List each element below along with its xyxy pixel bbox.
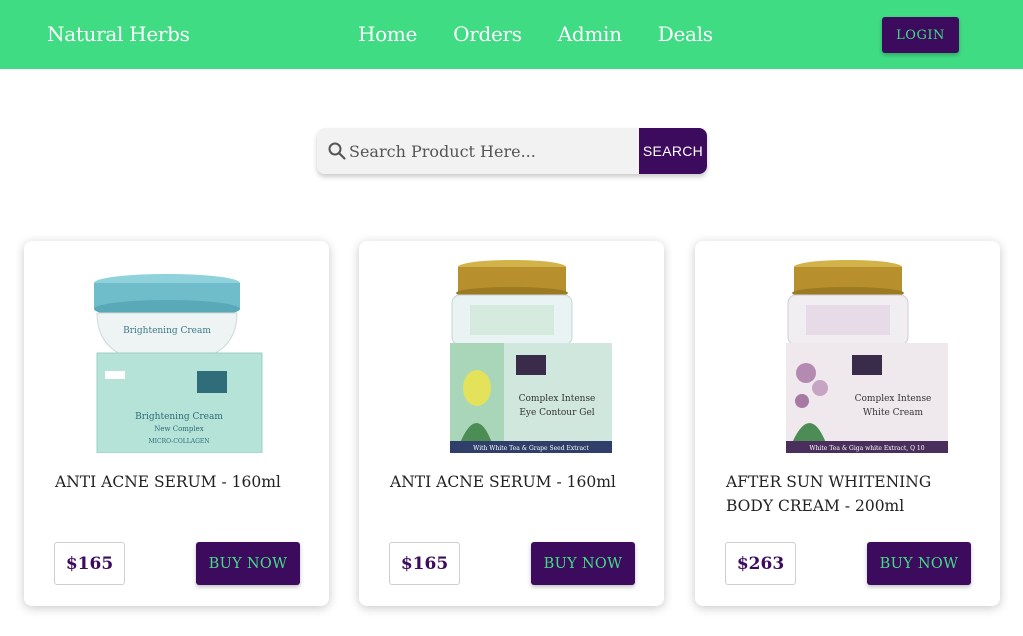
eye-contour-gel-jar-icon: Complex Intense Eye Contour Gel With Whi… xyxy=(449,260,612,453)
box-sublabel-text: New Complex xyxy=(154,425,204,433)
search-button[interactable]: SEARCH xyxy=(639,128,707,174)
nav-home-link[interactable]: Home xyxy=(358,22,417,46)
search-bar: SEARCH xyxy=(317,128,707,174)
product-card: Complex Intense Eye Contour Gel With Whi… xyxy=(359,241,664,606)
product-image[interactable]: Complex Intense White Cream White Tea & … xyxy=(707,253,988,453)
navbar: Natural Herbs Home Orders Admin Deals LO… xyxy=(0,0,1023,69)
box-sublabel-text: Eye Contour Gel xyxy=(519,408,594,418)
white-cream-jar-icon: Complex Intense White Cream White Tea & … xyxy=(785,260,948,453)
product-price: $263 xyxy=(725,542,796,585)
product-title: AFTER SUN WHITENING BODY CREAM - 200ml xyxy=(726,473,932,515)
product-card: Brightening Cream Brightening Cream New … xyxy=(24,241,329,606)
buy-now-button[interactable]: BUY NOW xyxy=(867,542,971,585)
brightening-cream-jar-icon: Brightening Cream Brightening Cream New … xyxy=(93,274,262,453)
search-icon xyxy=(327,141,347,161)
product-price: $165 xyxy=(54,542,125,585)
search-box xyxy=(317,128,639,174)
brand-logo[interactable]: Natural Herbs xyxy=(47,22,190,46)
box-label-text: Complex Intense xyxy=(854,394,931,404)
nav-links: Home Orders Admin Deals xyxy=(358,22,713,46)
box-label-text: Complex Intense xyxy=(518,394,595,404)
nav-admin-link[interactable]: Admin xyxy=(558,22,622,46)
login-button[interactable]: LOGIN xyxy=(882,17,959,53)
nav-deals-link[interactable]: Deals xyxy=(658,22,713,46)
box-tagline-text: MICRO-COLLAGEN xyxy=(148,438,209,445)
product-title: ANTI ACNE SERUM - 160ml xyxy=(390,473,616,491)
box-label-text: Brightening Cream xyxy=(135,412,223,422)
product-card: Complex Intense White Cream White Tea & … xyxy=(695,241,1000,606)
buy-now-button[interactable]: BUY NOW xyxy=(196,542,300,585)
box-tagline-text: White Tea & Giga white Extract, Q 10 xyxy=(809,445,924,452)
product-image[interactable]: Brightening Cream Brightening Cream New … xyxy=(36,253,317,453)
jar-label-text: Brightening Cream xyxy=(123,326,211,336)
box-sublabel-text: White Cream xyxy=(862,408,923,418)
product-title: ANTI ACNE SERUM - 160ml xyxy=(55,473,281,491)
search-input[interactable] xyxy=(349,141,639,161)
product-image[interactable]: Complex Intense Eye Contour Gel With Whi… xyxy=(371,253,652,453)
box-tagline-text: With White Tea & Grape Seed Extract xyxy=(473,445,589,452)
product-price: $165 xyxy=(389,542,460,585)
nav-orders-link[interactable]: Orders xyxy=(453,22,522,46)
buy-now-button[interactable]: BUY NOW xyxy=(531,542,635,585)
